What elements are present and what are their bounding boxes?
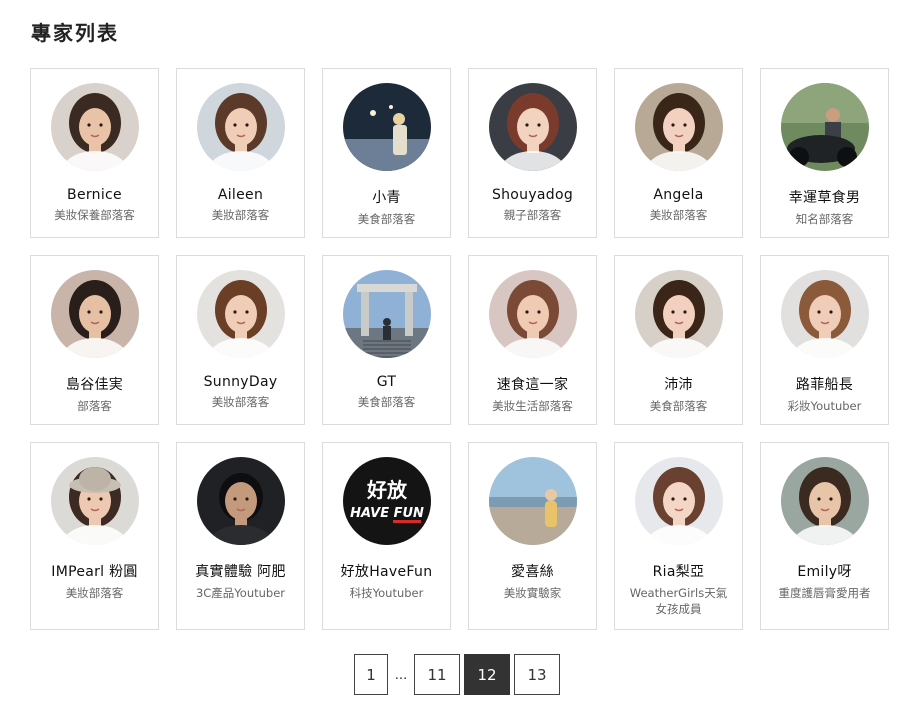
expert-role: 彩妝Youtuber — [787, 399, 862, 413]
portrait-woman-icon — [634, 457, 723, 545]
portrait-woman-icon — [780, 457, 869, 545]
expert-name[interactable]: 真實體驗 阿肥 — [195, 561, 286, 581]
expert-name[interactable]: 路菲船長 — [796, 374, 853, 394]
expert-name[interactable]: Ria梨亞 — [653, 561, 705, 581]
page-button-13[interactable]: 13 — [514, 654, 560, 695]
expert-name[interactable]: 愛喜絲 — [511, 561, 554, 581]
expert-card[interactable]: Bernice 美妝保養部落客 — [30, 68, 159, 238]
expert-name[interactable]: 速食這一家 — [497, 374, 569, 394]
expert-card[interactable]: 真實體驗 阿肥 3C產品Youtuber — [176, 442, 305, 630]
portrait-woman-icon — [780, 270, 869, 358]
portrait-woman-icon — [488, 83, 577, 171]
expert-name[interactable]: 幸運草食男 — [789, 187, 861, 207]
expert-grid: Bernice 美妝保養部落客 Aileen 美妝部落客 小青 美食部落客 Shouyado… — [30, 68, 890, 630]
expert-card[interactable]: Emily呀重度護唇膏愛用者 — [760, 442, 889, 630]
portrait-woman-icon — [488, 270, 577, 358]
expert-name[interactable]: Bernice — [67, 187, 122, 203]
expert-role: 美妝部落客 — [211, 395, 270, 409]
expert-role: 美妝保養部落客 — [54, 208, 135, 222]
havefun-logo-line1: 好放 — [366, 478, 408, 502]
pagination-ellipsis: ... — [394, 666, 408, 683]
expert-role: WeatherGirls天氣女孩成員 — [629, 586, 728, 616]
expert-name[interactable]: IMPearl 粉圓 — [51, 561, 137, 581]
page-button-11[interactable]: 11 — [414, 654, 460, 695]
portrait-hat-icon — [50, 457, 139, 545]
expert-card[interactable]: 愛喜絲 美妝實驗家 — [468, 442, 597, 630]
expert-role: 美妝部落客 — [65, 586, 124, 600]
expert-name[interactable]: Aileen — [218, 187, 263, 203]
expert-card[interactable]: GT 美食部落客 — [322, 255, 451, 425]
expert-role: 科技Youtuber — [349, 586, 424, 600]
portrait-outdoor-icon — [342, 83, 431, 171]
portrait-woman-icon — [50, 83, 139, 171]
expert-name[interactable]: 小青 — [372, 187, 401, 207]
expert-card[interactable]: Shouyadog 親子部落客 — [468, 68, 597, 238]
expert-name[interactable]: 沛沛 — [664, 374, 693, 394]
expert-role: 美妝實驗家 — [503, 586, 562, 600]
expert-name[interactable]: Shouyadog — [492, 187, 573, 203]
page-title: 專家列表 — [31, 21, 119, 45]
expert-role: 美妝生活部落客 — [492, 399, 573, 413]
pagination: 1 ... 11 12 13 — [354, 654, 560, 695]
expert-role: 知名部落客 — [795, 212, 854, 226]
expert-name[interactable]: 好放HaveFun — [341, 561, 433, 581]
expert-role: 美食部落客 — [649, 399, 708, 413]
portrait-motorbike-icon — [780, 83, 869, 171]
portrait-woman-icon — [634, 83, 723, 171]
expert-name[interactable]: Angela — [653, 187, 703, 203]
portrait-man-icon — [196, 457, 285, 545]
expert-name[interactable]: GT — [377, 374, 397, 390]
page-button-current[interactable]: 12 — [464, 654, 510, 695]
expert-card[interactable]: 小青 美食部落客 — [322, 68, 451, 238]
expert-role: 部落客 — [77, 399, 112, 413]
expert-card[interactable]: 路菲船長彩妝Youtuber — [760, 255, 889, 425]
expert-card[interactable]: Ria梨亞 WeatherGirls天氣女孩成員 — [614, 442, 743, 630]
expert-role: 3C產品Youtuber — [195, 586, 286, 600]
portrait-beach-icon — [488, 457, 577, 545]
havefun-logo-icon: 好放 HAVE FUN — [342, 457, 431, 545]
expert-name[interactable]: 島谷佳実 — [66, 374, 123, 394]
expert-role: 美食部落客 — [357, 395, 416, 409]
expert-card[interactable]: 沛沛 美食部落客 — [614, 255, 743, 425]
expert-name[interactable]: SunnyDay — [204, 374, 278, 390]
expert-role: 重度護唇膏愛用者 — [778, 586, 871, 600]
expert-role: 美食部落客 — [357, 212, 416, 226]
portrait-woman-icon — [196, 270, 285, 358]
expert-card[interactable]: IMPearl 粉圓美妝部落客 — [30, 442, 159, 630]
expert-role: 美妝部落客 — [649, 208, 708, 222]
expert-card[interactable]: 幸運草食男知名部落客 — [760, 68, 889, 238]
portrait-woman-icon — [196, 83, 285, 171]
portrait-gate-icon — [342, 270, 431, 358]
page-button-first[interactable]: 1 — [354, 654, 388, 695]
expert-card[interactable]: Angela 美妝部落客 — [614, 68, 743, 238]
expert-card[interactable]: 島谷佳実 部落客 — [30, 255, 159, 425]
portrait-woman-icon — [50, 270, 139, 358]
expert-card[interactable]: 速食這一家美妝生活部落客 — [468, 255, 597, 425]
expert-card[interactable]: SunnyDay 美妝部落客 — [176, 255, 305, 425]
expert-card[interactable]: Aileen 美妝部落客 — [176, 68, 305, 238]
havefun-logo-line2: HAVE FUN — [350, 506, 424, 521]
expert-card[interactable]: 好放 HAVE FUN 好放HaveFun 科技Youtuber — [322, 442, 451, 630]
expert-role: 美妝部落客 — [211, 208, 270, 222]
expert-role: 親子部落客 — [503, 208, 562, 222]
expert-name[interactable]: Emily呀 — [797, 561, 851, 581]
portrait-woman-icon — [634, 270, 723, 358]
